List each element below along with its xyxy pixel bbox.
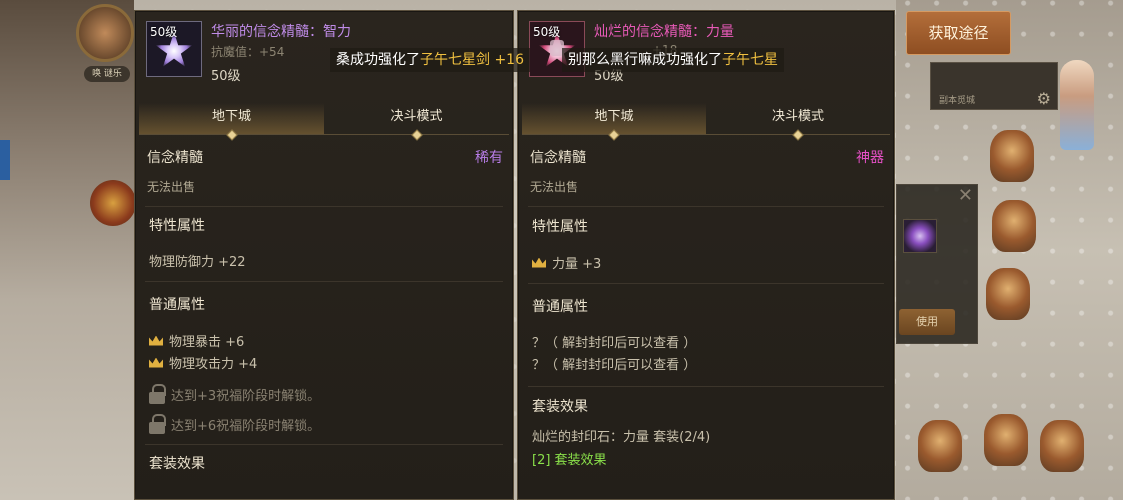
divider [145,444,503,445]
npc-sprite [992,200,1036,252]
diamond-icon [608,129,620,141]
crown-icon [149,335,163,346]
divider [528,386,884,387]
npc-sprite [986,268,1030,320]
locked-attr: 达到+6祝福阶段时解锁。 [149,414,320,434]
system-broadcast: 别那么黑行嘛成功强化了子午七星 [562,48,784,72]
divider [145,206,503,207]
scroll-fade [135,489,513,499]
attr-text: ？（ 解封封印后可以查看 ） [532,358,697,373]
side-flag [0,140,10,180]
broadcast-item: 子午七星剑 [420,52,490,68]
mode-tabs: 地下城 决斗模式 [139,103,509,141]
attr-text: 达到+3祝福阶段时解锁。 [171,388,321,404]
side-item-panel: ✕ 使用 [896,184,978,344]
tab-duel[interactable]: 决斗模式 [324,103,509,141]
attr-text: 物理防御力 +22 [149,255,246,270]
npc-sprite [990,130,1034,182]
tab-label: 地下城 [594,109,634,124]
set-effect-title: 套装效果 [532,399,588,415]
character-avatar[interactable] [76,4,134,62]
attr-text: [2] 套装效果 [532,453,607,468]
tab-dungeon[interactable]: 地下城 [522,103,706,141]
item-tooltip-left: 50级 华丽的信念精髓：智力 抗魔值：+54 50级 地下城 决斗模式 信念精髓… [134,10,514,500]
normal-attr: 物理攻击力 +4 [149,353,257,372]
broadcast-item: 子午七星 [722,52,778,68]
broadcast-text: 桑成功强化了 [336,52,420,68]
special-attr: 物理防御力 +22 [149,251,246,270]
mode-tabs: 地下城 决斗模式 [522,103,890,141]
use-button[interactable]: 使用 [899,309,955,335]
sealed-attr: ？（ 解封封印后可以查看 ） [532,354,696,373]
set-effect-title: 套装效果 [149,456,205,472]
item-level: 50级 [211,69,241,84]
npc-sprite [918,420,962,472]
normal-attrs-title: 普通属性 [149,297,205,313]
diamond-icon [410,129,423,141]
gear-icon[interactable]: ⚙ [1037,89,1051,108]
item-name: 灿烂的信念精髓：力量 [594,24,734,40]
lock-icon [149,384,166,404]
special-attr: 力量 +3 [532,253,601,272]
broadcast-level: +16 [490,52,524,68]
attr-text: 力量 +3 [552,257,602,272]
item-level-badge: 50级 [533,25,561,39]
item-type-row: 信念精髓 稀有 [147,147,503,167]
divider [528,206,884,207]
lock-icon [149,414,166,434]
normal-attr: 物理暴击 +6 [149,331,244,350]
scroll-fade [518,489,894,499]
set-effect-tier: [2] 套装效果 [532,449,607,468]
tab-label: 地下城 [211,109,251,124]
npc-sprite [984,414,1028,466]
item-type: 信念精髓 [530,150,586,166]
rarity-label: 稀有 [475,150,503,166]
item-level-badge: 50级 [150,25,178,39]
set-name: 灿烂的封印石：力量 套装(2/4) [532,426,710,445]
item-name: 华丽的信念精髓：智力 [211,24,351,40]
diamond-icon [792,129,804,141]
acquire-route-button[interactable]: 获取途径 [906,11,1011,55]
npc-figure [1060,60,1094,150]
tab-duel[interactable]: 决斗模式 [706,103,890,141]
quest-card[interactable]: 副本觅城 ⚙ [930,62,1058,110]
system-broadcast: 桑成功强化了子午七星剑 +16 [330,48,530,72]
rarity-label: 神器 [856,150,884,166]
attr-text: 达到+6祝福阶段时解锁。 [171,418,321,434]
emblem-icon [90,180,136,226]
sealed-attr: ？（ 解封封印后可以查看 ） [532,332,696,351]
attr-text: 物理攻击力 +4 [169,357,258,372]
locked-attr: 达到+3祝福阶段时解锁。 [149,384,320,404]
star-crystal-icon: 50级 [146,21,202,77]
trade-status: 无法出售 [530,180,579,194]
npc-sprite [1040,420,1084,472]
special-attrs-title: 特性属性 [149,218,205,234]
attr-text: ？（ 解封封印后可以查看 ） [532,336,697,351]
orb-icon [903,219,937,253]
quest-card-label: 副本觅城 [939,96,976,106]
broadcast-text: 别那么黑行嘛成功强化了 [568,52,722,68]
item-subtitle: 抗魔值：+54 [211,45,285,59]
close-icon[interactable]: ✕ [958,185,973,206]
normal-attrs-title: 普通属性 [532,299,588,315]
attr-text: 物理暴击 +6 [169,335,245,350]
tab-dungeon[interactable]: 地下城 [139,103,324,141]
attr-text: 灿烂的封印石：力量 套装(2/4) [532,430,711,445]
avatar-badge: 唤 谜乐 [84,66,130,82]
tab-label: 决斗模式 [390,109,443,124]
tab-label: 决斗模式 [771,109,824,124]
trade-status: 无法出售 [147,180,196,194]
item-tooltip-right: 50级 灿烂的信念精髓：力量 +18 50级 地下城 决斗模式 信念精髓 神器 … [517,10,895,500]
divider [145,281,503,282]
item-type-row: 信念精髓 神器 [530,147,884,167]
diamond-icon [225,129,238,141]
crown-icon [532,257,546,268]
special-attrs-title: 特性属性 [532,219,588,235]
crown-icon [149,357,163,368]
divider [528,283,884,284]
item-type: 信念精髓 [147,150,203,166]
